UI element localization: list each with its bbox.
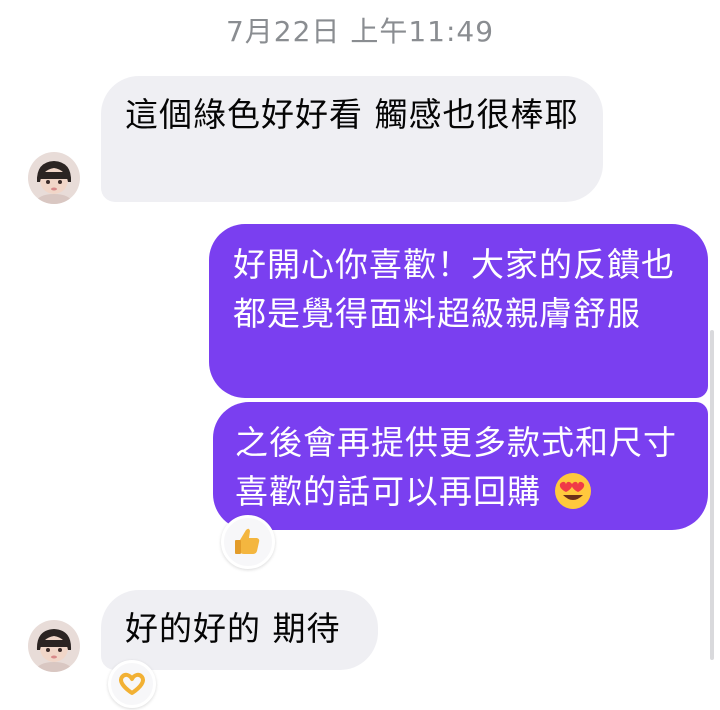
heart-eyes-emoji-icon xyxy=(554,473,591,509)
incoming-message-bubble[interactable]: 好的好的 期待 xyxy=(101,590,378,670)
heart-hands-reaction[interactable] xyxy=(108,660,156,708)
thumbs-up-reaction[interactable] xyxy=(221,515,275,569)
thumbs-up-icon xyxy=(235,528,260,554)
heart-hands-icon xyxy=(119,672,145,695)
message-text: 這個綠色好好看 觸感也很棒耶 xyxy=(125,95,579,134)
message-text: 好的好的 期待 xyxy=(125,609,341,648)
avatar-image xyxy=(28,152,80,204)
avatar-image xyxy=(28,620,80,672)
incoming-message-bubble[interactable]: 這個綠色好好看 觸感也很棒耶 xyxy=(101,76,603,202)
outgoing-message-bubble[interactable]: 之後會再提供更多款式和尺寸 喜歡的話可以再回購 xyxy=(213,402,708,530)
outgoing-message-bubble[interactable]: 好開心你喜歡！大家的反饋也都是覺得面料超級親膚舒服 xyxy=(209,224,708,398)
message-text: 好開心你喜歡！大家的反饋也都是覺得面料超級親膚舒服 xyxy=(233,245,675,333)
contact-avatar[interactable] xyxy=(28,152,80,204)
message-text: 之後會再提供更多款式和尺寸 喜歡的話可以再回購 xyxy=(235,423,677,511)
scrollbar[interactable] xyxy=(710,330,714,660)
chat-timestamp: 7月22日 上午11:49 xyxy=(225,15,495,48)
contact-avatar[interactable] xyxy=(28,620,80,672)
